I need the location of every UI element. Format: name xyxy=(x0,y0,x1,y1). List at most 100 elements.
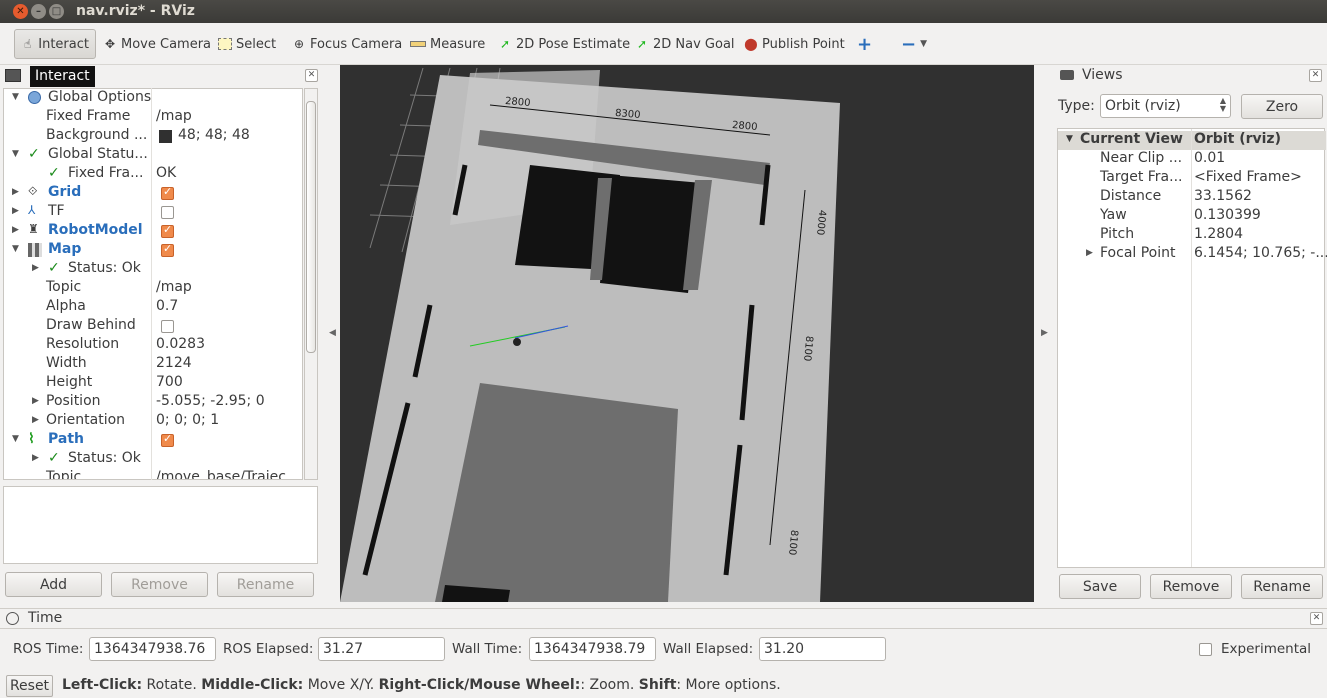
grid-icon: ⟐ xyxy=(28,184,38,198)
displays-panel-header: Interact ✕ xyxy=(3,66,318,87)
map-label: 2800 xyxy=(504,95,531,110)
ros-time-label: ROS Time: xyxy=(13,641,84,657)
rename-display-button[interactable]: Rename xyxy=(217,572,314,597)
check-icon: ✓ xyxy=(28,146,40,162)
check-icon: ✓ xyxy=(48,450,60,466)
wall-elapsed-field[interactable]: 31.20 xyxy=(759,637,886,661)
measure-tool-button[interactable]: Measure xyxy=(404,29,491,59)
collapse-left-icon[interactable]: ◀ xyxy=(329,328,336,338)
check-icon: ✓ xyxy=(48,165,60,181)
displays-scrollbar[interactable] xyxy=(304,88,318,480)
remove-tool-icon[interactable]: − ▼ xyxy=(895,29,933,59)
tree-row-orientation[interactable]: ▶ Orientation 0; 0; 0; 1 xyxy=(4,412,302,431)
close-panel-icon[interactable]: ✕ xyxy=(1310,612,1323,625)
tree-row-resolution[interactable]: Resolution 0.0283 xyxy=(4,336,302,355)
tree-row-grid[interactable]: ▶ ⟐ Grid xyxy=(4,184,302,203)
path-enable-checkbox[interactable] xyxy=(161,432,174,447)
tree-row-path-status[interactable]: ▶ ✓ Status: Ok xyxy=(4,450,302,469)
tree-row-path[interactable]: ▼ ⌇ Path xyxy=(4,431,302,450)
tree-row-map[interactable]: ▼ Map xyxy=(4,241,302,260)
tree-row-tf[interactable]: ▶ ⅄ TF xyxy=(4,203,302,222)
views-row-target-frame[interactable]: Target Fra... <Fixed Frame> xyxy=(1058,169,1326,188)
select-tool-button[interactable]: Select xyxy=(212,29,282,59)
collapse-right-icon[interactable]: ▶ xyxy=(1041,328,1048,338)
reset-button[interactable]: Reset xyxy=(6,675,53,697)
save-view-button[interactable]: Save xyxy=(1059,574,1141,599)
close-panel-icon[interactable]: ✕ xyxy=(305,69,318,82)
views-row-focal-point[interactable]: ▶ Focal Point 6.1454; 10.765; -... xyxy=(1058,245,1327,264)
tree-row-alpha[interactable]: Alpha 0.7 xyxy=(4,298,302,317)
draw-behind-checkbox[interactable] xyxy=(161,320,174,333)
robot-marker xyxy=(513,338,521,346)
views-row-yaw[interactable]: Yaw 0.130399 xyxy=(1058,207,1326,226)
close-panel-icon[interactable]: ✕ xyxy=(1309,69,1322,82)
ros-time-field[interactable]: 1364347938.76 xyxy=(89,637,216,661)
monitor-icon xyxy=(5,69,21,82)
pose-estimate-tool-button[interactable]: ➚ 2D Pose Estimate xyxy=(492,29,636,59)
tree-row-position[interactable]: ▶ Position -5.055; -2.95; 0 xyxy=(4,393,302,412)
status-bar: Reset Left-Click: Rotate. Middle-Click: … xyxy=(0,675,1327,698)
publish-point-tool-button[interactable]: ⬤ Publish Point xyxy=(738,29,851,59)
camera-icon xyxy=(1060,70,1074,80)
views-row-pitch[interactable]: Pitch 1.2804 xyxy=(1058,226,1326,245)
map-label: 4000 xyxy=(814,209,828,236)
axes-icon: ⅄ xyxy=(28,203,36,217)
crosshair-icon: ⊕ xyxy=(293,37,305,51)
ros-elapsed-label: ROS Elapsed: xyxy=(223,641,314,657)
tree-row-height[interactable]: Height 700 xyxy=(4,374,302,393)
map-icon xyxy=(28,243,42,257)
minimize-window-icon[interactable]: – xyxy=(31,4,46,19)
current-view-header[interactable]: ▼ Current View Orbit (rviz) xyxy=(1058,131,1326,150)
rename-view-button[interactable]: Rename xyxy=(1241,574,1323,599)
tree-row-robotmodel[interactable]: ▶ ♜ RobotModel xyxy=(4,222,302,241)
grid-enable-checkbox[interactable] xyxy=(161,185,174,200)
view-type-select[interactable]: Orbit (rviz) ▲ ▼ xyxy=(1100,94,1231,118)
3d-viewport[interactable]: 2800 8300 2800 4000 8100 8100 xyxy=(340,65,1034,602)
views-panel: Views ✕ Type: Orbit (rviz) ▲ ▼ Zero ▼ Curre… xyxy=(1056,66,1327,603)
add-display-button[interactable]: Add xyxy=(5,572,102,597)
tree-row-map-topic[interactable]: Topic/map xyxy=(4,279,302,298)
wall-time-label: Wall Time: xyxy=(452,641,523,657)
close-window-icon[interactable]: ✕ xyxy=(13,4,28,19)
views-row-near-clip[interactable]: Near Clip ... 0.01 xyxy=(1058,150,1326,169)
tree-row-background[interactable]: Background ... 48; 48; 48 xyxy=(4,127,302,146)
tooltip: Interact xyxy=(30,66,95,87)
type-label: Type: xyxy=(1058,98,1095,114)
green-arrow-icon: ➚ xyxy=(636,37,648,51)
focus-camera-tool-button[interactable]: ⊕ Focus Camera xyxy=(286,29,408,59)
add-tool-icon[interactable]: + xyxy=(851,29,878,59)
experimental-checkbox[interactable] xyxy=(1199,643,1212,656)
tree-row-fixed-frame[interactable]: Fixed Frame/map xyxy=(4,108,302,127)
window-title: nav.rviz* - RViz xyxy=(76,3,195,19)
views-row-distance[interactable]: Distance 33.1562 xyxy=(1058,188,1326,207)
robotmodel-enable-checkbox[interactable] xyxy=(161,223,174,238)
maximize-window-icon[interactable]: □ xyxy=(49,4,64,19)
clock-icon xyxy=(6,612,19,625)
wall-time-field[interactable]: 1364347938.79 xyxy=(529,637,656,661)
color-swatch xyxy=(159,130,172,143)
green-arrow-icon: ➚ xyxy=(499,37,511,51)
nav-goal-tool-button[interactable]: ➚ 2D Nav Goal xyxy=(629,29,741,59)
tree-row-global-status[interactable]: ▼ ✓ Global Statu... xyxy=(4,146,302,165)
tree-row-path-topic[interactable]: Topic/move_base/Trajec xyxy=(4,469,302,479)
tree-row-map-status[interactable]: ▶ ✓ Status: Ok xyxy=(4,260,302,279)
ros-elapsed-field[interactable]: 31.27 xyxy=(318,637,445,661)
interact-tool-button[interactable]: ☝ Interact xyxy=(14,29,96,59)
remove-view-button[interactable]: Remove xyxy=(1150,574,1232,599)
tf-enable-checkbox[interactable] xyxy=(161,206,174,219)
move-camera-tool-button[interactable]: ✥ Move Camera xyxy=(97,29,217,59)
title-bar: ✕ – □ nav.rviz* - RViz xyxy=(0,0,1327,23)
ruler-icon xyxy=(410,41,426,47)
experimental-label: Experimental xyxy=(1221,641,1312,657)
select-box-icon xyxy=(218,38,232,50)
tree-row-global-options[interactable]: ▼ Global Options xyxy=(4,89,302,108)
zero-button[interactable]: Zero xyxy=(1241,94,1323,119)
tree-row-width[interactable]: Width 2124 xyxy=(4,355,302,374)
tree-row-fixed-frame-status[interactable]: ✓ Fixed Fra... OK xyxy=(4,165,302,184)
map-label: 8100 xyxy=(786,529,800,556)
tree-row-draw-behind[interactable]: Draw Behind xyxy=(4,317,302,336)
map-enable-checkbox[interactable] xyxy=(161,242,174,257)
map-render xyxy=(340,67,840,602)
remove-display-button[interactable]: Remove xyxy=(111,572,208,597)
scrollbar-thumb[interactable] xyxy=(306,101,316,353)
